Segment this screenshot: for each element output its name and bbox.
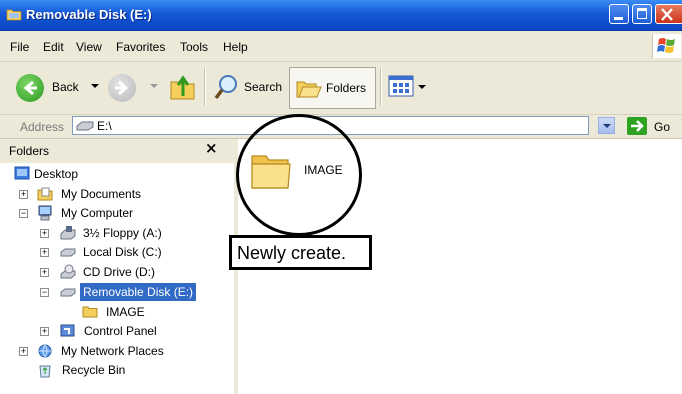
- maximize-button[interactable]: [632, 4, 652, 24]
- cd-drive-icon: [60, 264, 76, 279]
- folders-pane: Folders × Desktop + My Documents − My Co…: [0, 139, 238, 394]
- back-dropdown-icon[interactable]: [91, 84, 99, 88]
- collapse-icon[interactable]: −: [19, 209, 28, 218]
- drive-icon: [76, 121, 94, 131]
- address-label: Address: [20, 120, 65, 134]
- menu-favorites[interactable]: Favorites: [116, 40, 165, 54]
- go-button[interactable]: [627, 117, 647, 135]
- tree-item-label: Control Panel: [84, 324, 157, 338]
- chevron-down-icon: [603, 124, 611, 128]
- tree-item-label: 3½ Floppy (A:): [83, 226, 162, 240]
- expand-icon[interactable]: +: [19, 190, 28, 199]
- network-places-icon: [38, 344, 52, 358]
- forward-arrow-icon: [115, 80, 129, 96]
- floppy-drive-icon: [60, 226, 76, 240]
- tree-item-label: IMAGE: [106, 305, 145, 319]
- search-label: Search: [244, 80, 283, 94]
- annotation-callout: Newly create.: [229, 235, 372, 270]
- toolbar-separator: [380, 68, 382, 106]
- close-button[interactable]: [655, 4, 682, 24]
- expand-icon[interactable]: +: [40, 248, 49, 257]
- go-arrow-icon: [631, 120, 644, 132]
- title-bar[interactable]: Removable Disk (E:): [0, 0, 682, 31]
- removable-disk-icon: [60, 288, 76, 297]
- back-button[interactable]: Back: [16, 74, 96, 102]
- folders-label: Folders: [326, 81, 367, 95]
- expand-icon[interactable]: +: [40, 327, 49, 336]
- tree-item-label: Local Disk (C:): [83, 245, 162, 259]
- control-panel-icon: [60, 324, 75, 337]
- views-dropdown-icon: [418, 85, 426, 89]
- toolbar-separator: [204, 68, 206, 106]
- address-dropdown-button[interactable]: [598, 117, 615, 134]
- menu-bar: File Edit View Favorites Tools Help: [0, 31, 682, 62]
- search-icon: [214, 75, 237, 100]
- views-button[interactable]: [388, 74, 428, 100]
- folders-pane-title: Folders: [9, 144, 50, 158]
- minimize-button[interactable]: [609, 4, 629, 24]
- tree-item-label: Recycle Bin: [62, 363, 126, 377]
- expand-icon[interactable]: +: [40, 229, 49, 238]
- close-pane-icon[interactable]: ×: [205, 139, 218, 157]
- tree-item-label: Desktop: [34, 167, 79, 181]
- folders-pane-header: Folders ×: [0, 139, 234, 163]
- go-label[interactable]: Go: [654, 120, 670, 134]
- my-computer-icon: [38, 205, 52, 221]
- expand-icon[interactable]: +: [40, 268, 49, 277]
- folder-window-icon: [6, 9, 22, 21]
- menu-edit[interactable]: Edit: [43, 40, 64, 54]
- search-button[interactable]: Search: [214, 72, 284, 102]
- hard-disk-icon: [60, 248, 76, 257]
- up-folder-icon[interactable]: [168, 72, 198, 102]
- annotation-text: Newly create.: [237, 243, 347, 263]
- tree-item-label: My Documents: [61, 187, 142, 201]
- forward-dropdown-icon[interactable]: [150, 84, 158, 88]
- annotation-circle: [236, 114, 362, 236]
- menu-help[interactable]: Help: [223, 40, 248, 54]
- tree-item-label: My Network Places: [61, 344, 164, 358]
- tree-item-label-selected: Removable Disk (E:): [80, 283, 197, 301]
- collapse-icon[interactable]: −: [40, 288, 49, 297]
- forward-button[interactable]: [108, 74, 136, 102]
- folder-icon: [82, 306, 98, 318]
- back-arrow-icon: [16, 74, 44, 102]
- folders-button[interactable]: Folders: [289, 67, 376, 109]
- back-label: Back: [52, 80, 79, 94]
- menu-view[interactable]: View: [76, 40, 102, 54]
- views-icon: [388, 75, 414, 97]
- expand-icon[interactable]: +: [19, 347, 28, 356]
- address-value: E:\: [97, 119, 112, 133]
- folders-icon: [296, 81, 322, 98]
- tree-item-label: My Computer: [61, 206, 134, 220]
- explorer-window: Removable Disk (E:) File Edit View Favor…: [0, 0, 682, 394]
- menu-file[interactable]: File: [10, 40, 29, 54]
- window-title: Removable Disk (E:): [26, 7, 152, 22]
- my-documents-icon: [37, 187, 53, 201]
- desktop-icon: [14, 166, 30, 180]
- windows-logo-icon: [652, 34, 681, 58]
- menu-tools[interactable]: Tools: [180, 40, 208, 54]
- tree-item-label: CD Drive (D:): [83, 265, 155, 279]
- recycle-bin-icon: [39, 365, 51, 378]
